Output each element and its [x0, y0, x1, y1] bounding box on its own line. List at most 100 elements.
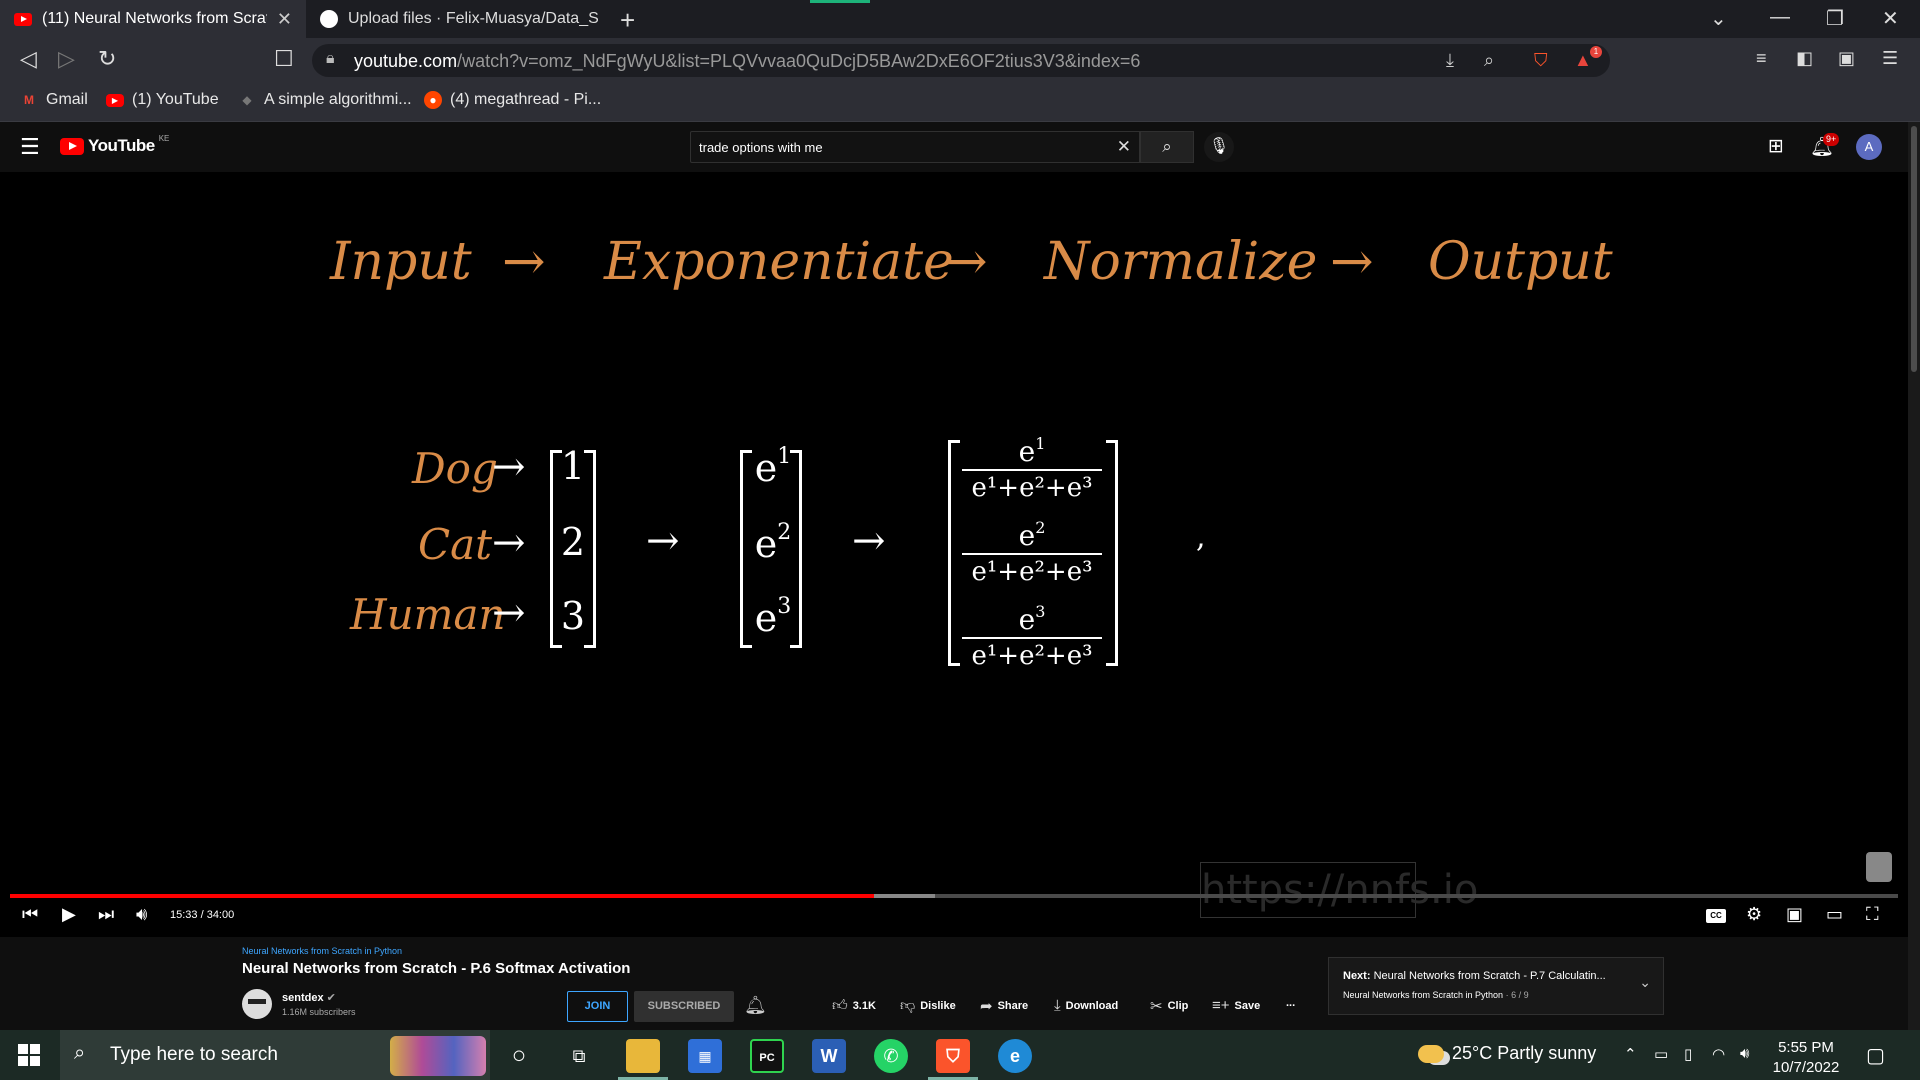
theater-mode-icon[interactable]: ▭ — [1826, 904, 1843, 925]
menu-icon[interactable]: ☰ — [1882, 48, 1898, 69]
youtube-logo[interactable]: YouTube KE — [60, 134, 169, 156]
chevron-down-icon[interactable]: ⌄ — [1639, 974, 1651, 991]
weather-widget[interactable]: 25°C Partly sunny — [1418, 1043, 1596, 1064]
show-hidden-icons[interactable]: ⌃ — [1624, 1045, 1637, 1063]
taskbar-search-box[interactable]: ⌕ Type here to search — [60, 1030, 490, 1080]
dislike-button[interactable]: 👎︎ Dislike — [900, 997, 956, 1015]
wallet-icon[interactable]: ▣ — [1838, 48, 1855, 69]
device-icon[interactable]: ▯ — [1684, 1045, 1692, 1063]
settings-gear-icon[interactable]: ⚙ — [1746, 904, 1762, 925]
search-button[interactable]: ⌕ — [1140, 131, 1194, 163]
softmax-fraction: e1 e¹+e²+e³ — [962, 434, 1102, 503]
search-value: trade options with me — [699, 140, 823, 155]
browser-toolbar: ◁ ▷ ↻ ☐ 🔒︎ youtube.com/watch?v=omz_NdFgW… — [0, 38, 1920, 82]
zoom-icon[interactable]: ⌕ — [1484, 50, 1494, 71]
join-button[interactable]: JOIN — [567, 991, 628, 1022]
search-icon: ⌕ — [1162, 137, 1172, 156]
clip-button[interactable]: ✂ Clip — [1150, 997, 1188, 1015]
sidebar-icon[interactable]: ◧ — [1796, 48, 1813, 69]
next-video-icon[interactable]: ⏭︎ — [98, 904, 114, 925]
tab-title: (11) Neural Networks from Scratch — [42, 10, 267, 27]
search-input[interactable]: trade options with me ✕ — [690, 131, 1140, 163]
windows-taskbar: ⌕ Type here to search ○ ⧉ ▦ PC W ✆ ⛉ e 2… — [0, 1030, 1920, 1080]
notification-bell-icon[interactable]: 🔔︎ — [744, 995, 767, 1016]
download-button[interactable]: ⤓ Download — [1054, 997, 1118, 1014]
exp-value: e1 — [754, 444, 792, 490]
minimize-icon[interactable]: — — [1770, 6, 1790, 29]
more-actions-button[interactable]: ... — [1286, 997, 1295, 1009]
label-cat: Cat — [418, 520, 493, 569]
pycharm-icon[interactable]: PC — [750, 1039, 784, 1073]
miniplayer-icon[interactable]: ▣ — [1786, 904, 1803, 925]
youtube-icon — [14, 12, 32, 26]
bookmark-label: (4) megathread - Pi... — [450, 91, 602, 108]
voice-search-button[interactable]: 🎙︎ — [1204, 132, 1234, 162]
softmax-fraction: e2 e¹+e²+e³ — [962, 518, 1102, 587]
next-video-panel[interactable]: Next: Neural Networks from Scratch - P.7… — [1328, 957, 1664, 1015]
bookmark-reddit[interactable]: ● (4) megathread - Pi... — [424, 91, 601, 109]
video-player[interactable]: Input → Exponentiate → Normalize → Outpu… — [0, 172, 1908, 937]
reload-icon[interactable]: ↻ — [98, 46, 116, 72]
brave-shields-icon[interactable]: ⛉ — [1534, 50, 1548, 71]
taskbar-clock[interactable]: 5:55 PM 10/7/2022 — [1770, 1038, 1842, 1078]
previous-video-icon[interactable]: ⏮︎ — [22, 904, 38, 925]
progress-bar[interactable] — [10, 894, 1898, 898]
new-tab-button[interactable]: + — [620, 5, 635, 36]
browser-tab-strip: (11) Neural Networks from Scratch ✕ Uplo… — [0, 0, 1920, 38]
file-explorer-icon[interactable] — [626, 1039, 660, 1073]
restore-icon[interactable]: ❐ — [1826, 6, 1844, 31]
search-highlight-image — [390, 1036, 486, 1076]
speaker-icon[interactable]: 🔊︎ — [1740, 1045, 1749, 1062]
install-app-icon[interactable]: ⤓ — [1446, 50, 1454, 71]
create-video-icon[interactable]: ⊞ — [1768, 135, 1784, 158]
action-center-icon[interactable]: ▢ — [1866, 1043, 1885, 1068]
battery-icon[interactable]: ▭ — [1654, 1045, 1668, 1063]
tab-github[interactable]: Upload files · Felix-Muasya/Data_Scien — [306, 0, 612, 38]
word-icon[interactable]: W — [812, 1039, 846, 1073]
play-icon[interactable]: ▶ — [62, 904, 76, 925]
pipeline-step-output: Output — [1428, 232, 1613, 292]
windows-start-icon[interactable] — [18, 1044, 40, 1066]
clear-search-icon[interactable]: ✕ — [1117, 137, 1131, 157]
subscribed-button[interactable]: SUBSCRIBED — [634, 991, 734, 1022]
page-scrollbar[interactable] — [1908, 122, 1920, 1030]
address-bar[interactable]: 🔒︎ youtube.com/watch?v=omz_NdFgWyU&list=… — [312, 44, 1610, 77]
fullscreen-icon[interactable]: ⛶ — [1866, 904, 1879, 925]
label-arrow: → — [492, 520, 526, 566]
bookmark-algorithm[interactable]: ◆ A simple algorithmi... — [238, 91, 411, 109]
progress-played — [10, 894, 874, 898]
volume-icon[interactable]: 🔊︎ — [136, 904, 147, 925]
whatsapp-icon[interactable]: ✆ — [874, 1039, 908, 1073]
channel-avatar[interactable] — [242, 989, 272, 1019]
brave-browser-icon[interactable]: ⛉ — [936, 1039, 970, 1073]
channel-watermark-icon[interactable] — [1866, 852, 1892, 882]
tab-youtube[interactable]: (11) Neural Networks from Scratch ✕ — [0, 0, 306, 38]
account-avatar[interactable]: A — [1856, 134, 1882, 160]
share-button[interactable]: ➦ Share — [980, 997, 1028, 1015]
hamburger-menu-icon[interactable]: ☰ — [20, 134, 40, 160]
wifi-icon[interactable]: ◠ — [1712, 1045, 1725, 1063]
bookmark-youtube[interactable]: ▶ (1) YouTube — [106, 91, 219, 109]
logo-text: YouTube — [88, 136, 155, 155]
playlist-icon[interactable]: ≡ — [1756, 48, 1767, 69]
close-tab-icon[interactable]: ✕ — [277, 9, 292, 30]
pipeline-step-normalize: Normalize — [1044, 232, 1318, 292]
cortana-icon[interactable]: ○ — [502, 1039, 536, 1073]
like-button[interactable]: 👍︎ 3.1K — [832, 997, 876, 1015]
github-icon — [320, 10, 338, 28]
close-window-icon[interactable]: ✕ — [1882, 6, 1899, 31]
task-view-icon[interactable]: ⧉ — [562, 1039, 596, 1073]
video-info-bar: Neural Networks from Scratch in Python N… — [0, 937, 1908, 1030]
back-icon[interactable]: ◁ — [20, 46, 37, 72]
microsoft-store-icon[interactable]: ▦ — [688, 1039, 722, 1073]
bookmark-page-icon[interactable]: ☐ — [274, 46, 294, 72]
channel-name[interactable]: sentdex ✔ — [282, 991, 336, 1004]
forward-icon[interactable]: ▷ — [58, 46, 75, 72]
scrollbar-thumb[interactable] — [1911, 126, 1917, 372]
tab-list-icon[interactable]: ⌄ — [1710, 6, 1727, 31]
bookmark-gmail[interactable]: M Gmail — [20, 91, 88, 109]
playlist-link[interactable]: Neural Networks from Scratch in Python — [242, 946, 402, 956]
edge-icon[interactable]: e — [998, 1039, 1032, 1073]
captions-button[interactable]: CC — [1706, 909, 1726, 923]
save-button[interactable]: ≡+ Save — [1212, 997, 1260, 1014]
